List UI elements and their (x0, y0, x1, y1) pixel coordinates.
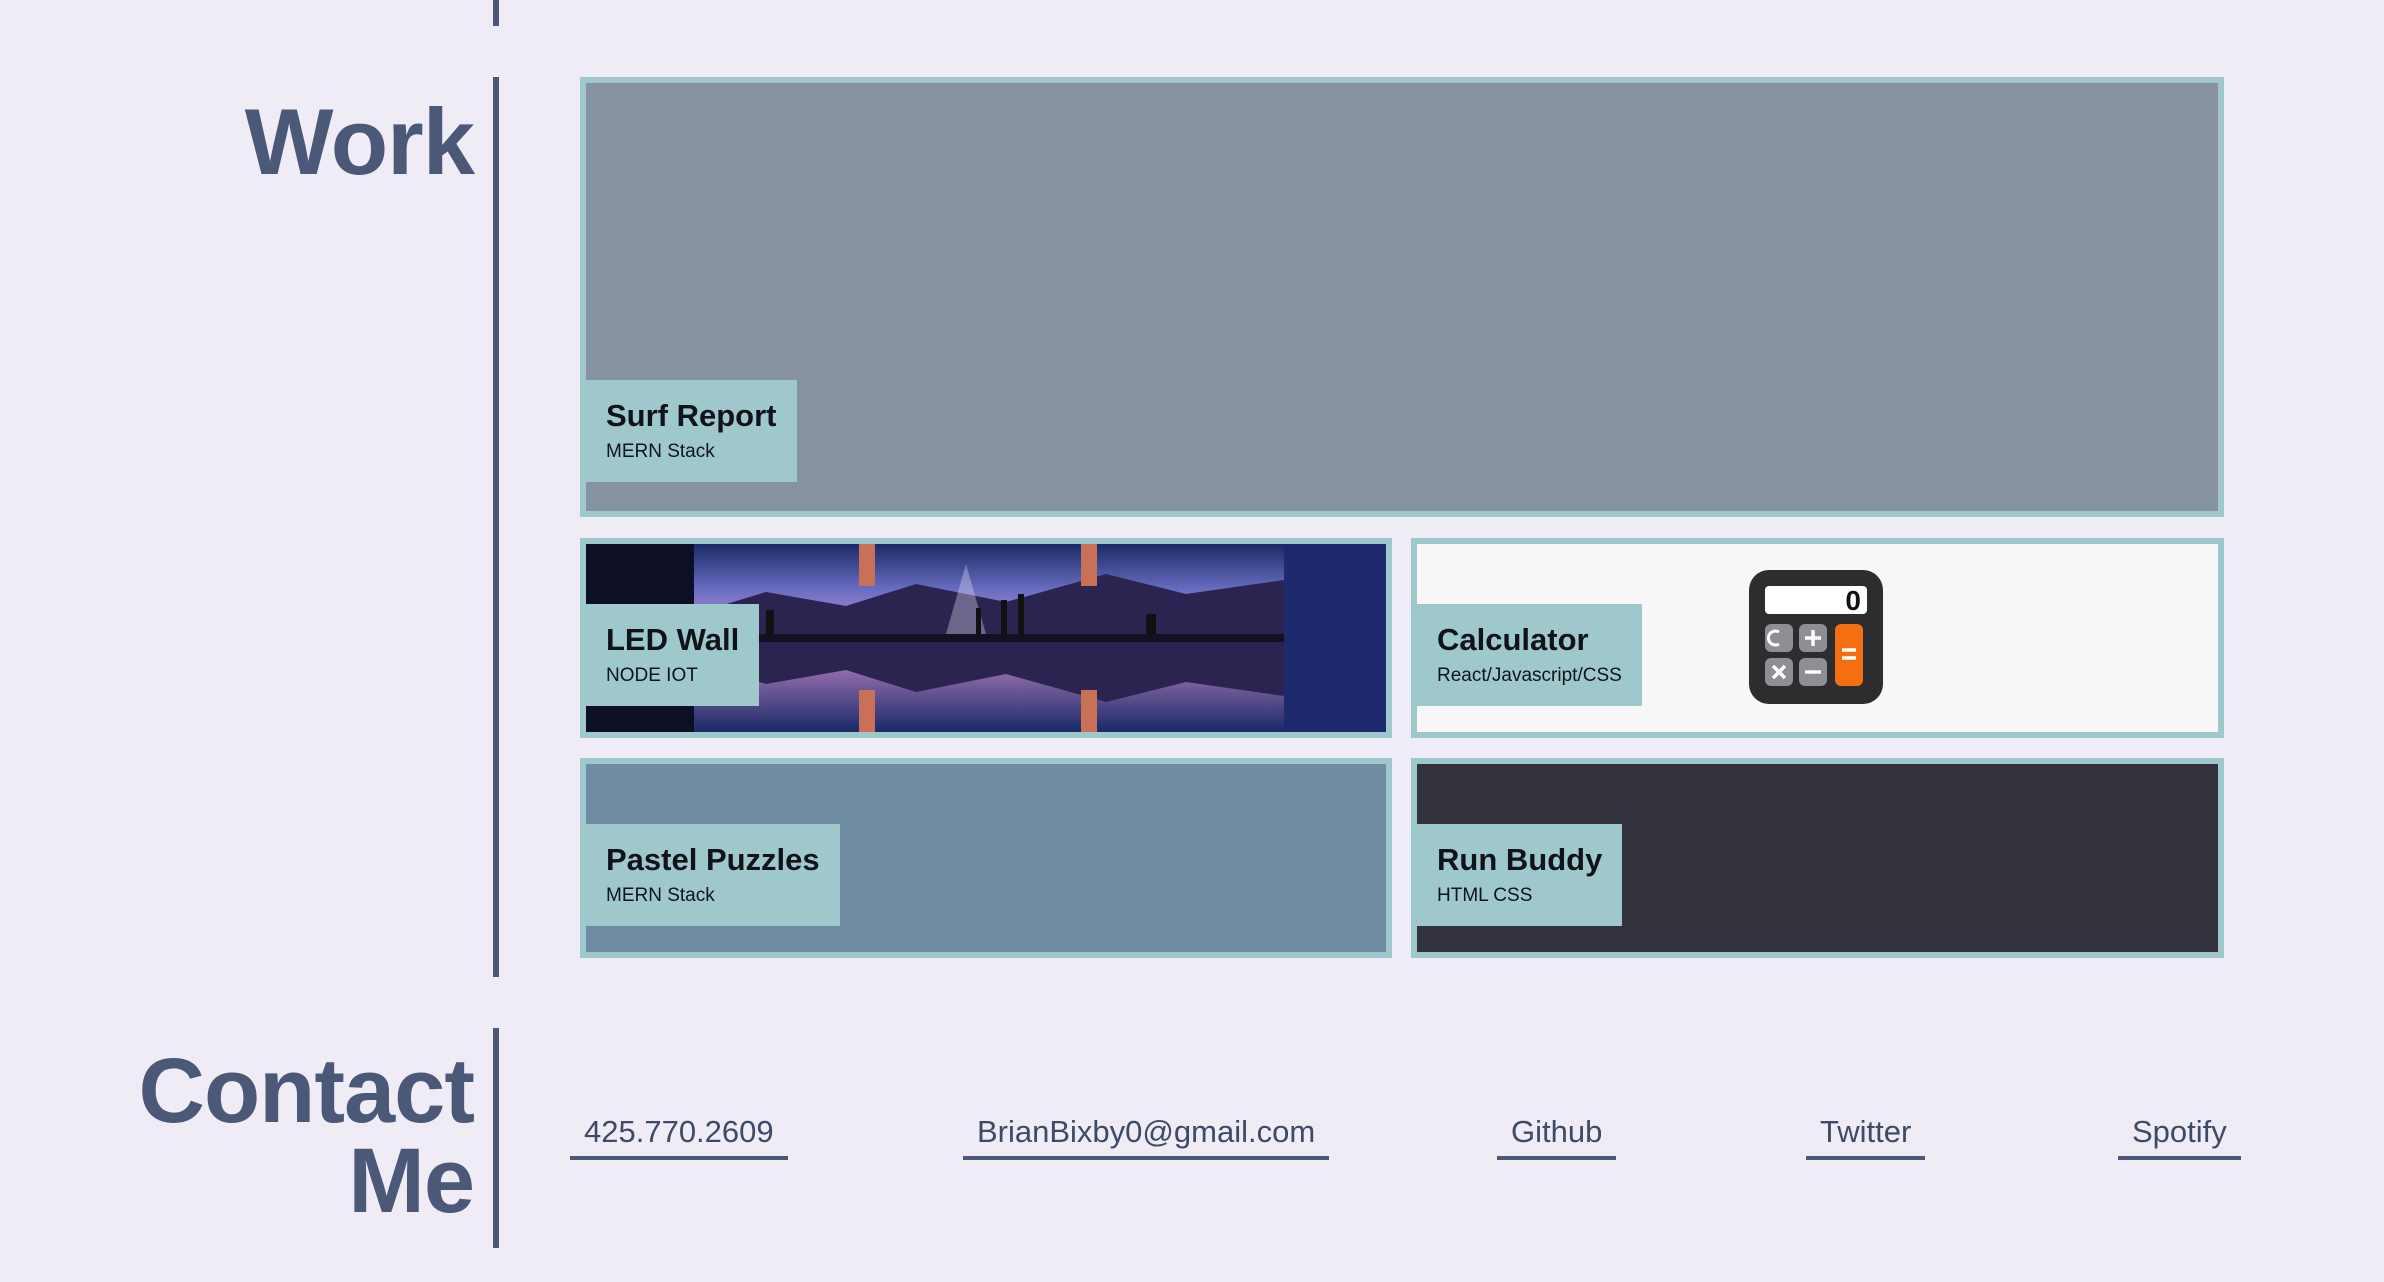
project-stack: NODE IOT (606, 665, 698, 686)
project-label: LED Wall NODE IOT (586, 604, 760, 706)
calculator-icon: 0 (1749, 570, 1883, 704)
project-title: Run Buddy (1437, 842, 1603, 877)
work-heading: Work (244, 89, 475, 194)
project-card-surf-report[interactable]: Surf Report MERN Stack (580, 77, 2224, 517)
project-card-led-wall[interactable]: LED Wall NODE IOT (580, 538, 1392, 738)
contact-divider-line (493, 1028, 499, 1248)
project-title: LED Wall (606, 622, 740, 657)
project-stack: MERN Stack (606, 441, 715, 462)
work-divider-line (493, 77, 499, 977)
project-card-run-buddy[interactable]: Run Buddy HTML CSS (1411, 758, 2224, 958)
email-link[interactable]: BrianBixby0@gmail.com (963, 1114, 1330, 1160)
project-card-pastel-puzzles[interactable]: Pastel Puzzles MERN Stack (580, 758, 1392, 958)
github-link[interactable]: Github (1497, 1114, 1617, 1160)
calculator-display: 0 (1845, 585, 1861, 616)
project-label: Pastel Puzzles MERN Stack (586, 824, 840, 926)
spotify-link[interactable]: Spotify (2118, 1114, 2241, 1160)
project-stack: MERN Stack (606, 885, 715, 906)
twitter-link[interactable]: Twitter (1806, 1114, 1926, 1160)
project-card-calculator[interactable]: Calculator React/Javascript/CSS 0 (1411, 538, 2224, 738)
top-divider-line (493, 0, 499, 26)
contact-heading: Contact Me (138, 1040, 475, 1232)
project-label: Surf Report MERN Stack (586, 380, 797, 482)
project-stack: HTML CSS (1437, 885, 1533, 906)
contact-heading-line2: Me (348, 1130, 475, 1232)
project-title: Pastel Puzzles (606, 842, 820, 877)
project-stack: React/Javascript/CSS (1437, 665, 1622, 686)
project-label: Calculator React/Javascript/CSS (1417, 604, 1642, 706)
phone-link[interactable]: 425.770.2609 (570, 1114, 788, 1160)
contact-heading-line1: Contact (138, 1040, 475, 1142)
project-title: Calculator (1437, 622, 1589, 657)
project-title: Surf Report (606, 398, 777, 433)
project-label: Run Buddy HTML CSS (1417, 824, 1623, 926)
